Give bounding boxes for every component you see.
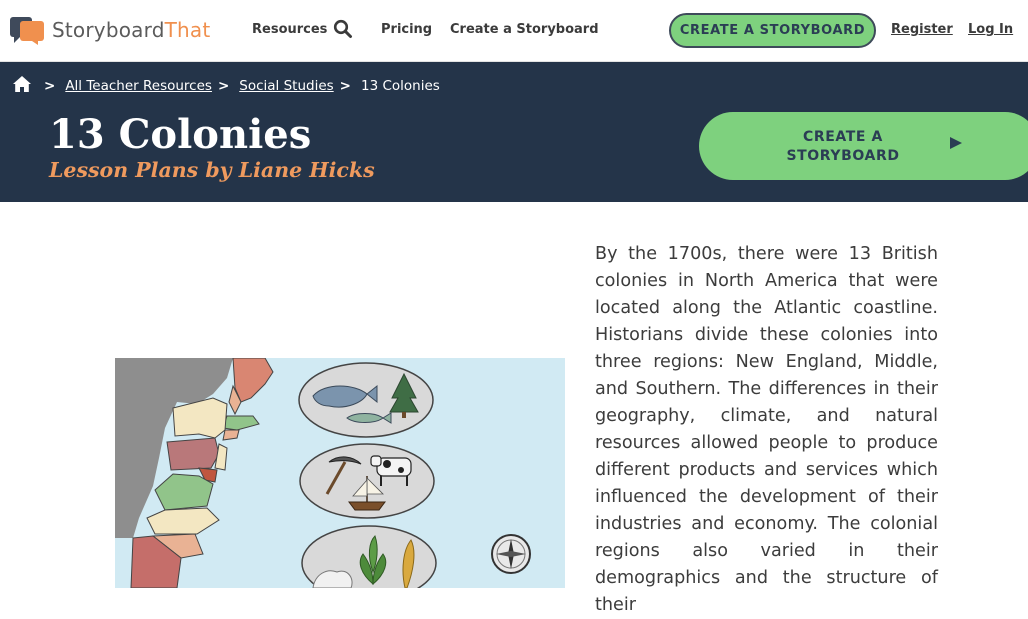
page-title: 13 Colonies	[49, 111, 312, 158]
home-icon[interactable]	[12, 75, 32, 97]
search-icon[interactable]	[333, 19, 353, 39]
colony-connecticut	[222, 429, 240, 441]
colony-pennsylvania	[166, 437, 220, 471]
hero-cta-label: CREATE A STORYBOARD	[785, 128, 901, 166]
breadcrumb-all-teacher-resources[interactable]: All Teacher Resources	[65, 78, 212, 94]
nav-register[interactable]: Register	[891, 22, 953, 37]
logo-word-part2: That	[164, 18, 211, 42]
breadcrumb: > All Teacher Resources > Social Studies…	[12, 76, 440, 96]
breadcrumb-separator: >	[44, 78, 56, 94]
colony-massachusetts	[222, 415, 260, 431]
hero-cta-line1: CREATE A	[803, 129, 883, 145]
colony-maine	[232, 358, 274, 403]
colony-north-carolina	[146, 507, 220, 535]
play-arrow-icon	[949, 135, 963, 151]
storyboardthat-logo[interactable]: StoryboardThat	[10, 15, 210, 45]
colony-virginia	[154, 473, 214, 511]
compass-rose-icon	[491, 534, 531, 574]
nav-resources[interactable]: Resources	[252, 22, 327, 37]
hero-cta-line2: STORYBOARD	[786, 148, 900, 164]
logo-word-part1: Storyboard	[52, 18, 165, 42]
logo-wordmark: StoryboardThat	[52, 18, 210, 42]
ship-icon	[348, 501, 386, 511]
hero-create-storyboard-button[interactable]: CREATE A STORYBOARD	[699, 112, 1028, 180]
nav-create-storyboard[interactable]: Create a Storyboard	[450, 22, 599, 37]
create-storyboard-button-label: CREATE A STORYBOARD	[679, 23, 866, 38]
breadcrumb-current: 13 Colonies	[360, 78, 440, 94]
breadcrumb-separator: >	[339, 78, 351, 94]
hero-banner: > All Teacher Resources > Social Studies…	[0, 62, 1028, 202]
page-subtitle: Lesson Plans by Liane Hicks	[49, 158, 375, 182]
fish-icon	[346, 413, 384, 423]
thirteen-colonies-map-illustration	[115, 358, 565, 588]
colony-new-york	[172, 397, 228, 439]
top-navigation: StoryboardThat Resources Pricing Create …	[0, 0, 1028, 62]
intro-paragraph: By the 1700s, there were 13 British colo…	[595, 244, 938, 615]
create-storyboard-button[interactable]: CREATE A STORYBOARD	[669, 13, 876, 48]
cow-icon	[376, 457, 412, 477]
nav-pricing[interactable]: Pricing	[381, 22, 432, 37]
breadcrumb-separator: >	[217, 78, 230, 94]
breadcrumb-social-studies[interactable]: Social Studies	[239, 78, 333, 94]
nav-login[interactable]: Log In	[968, 22, 1013, 37]
speech-bubble-logo-icon	[10, 15, 48, 45]
